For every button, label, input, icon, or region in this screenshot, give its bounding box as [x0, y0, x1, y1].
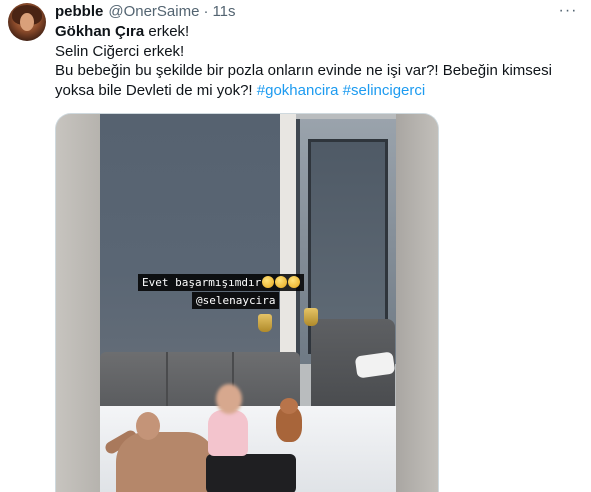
story-mention: @selenaycira	[192, 292, 280, 309]
tweet-line-1: Gökhan Çıra erkek!	[55, 22, 580, 42]
tweet-line-4: yoksa bile Devleti de mi yok?! #gokhanci…	[55, 81, 580, 101]
photo-lamp	[304, 308, 318, 326]
separator-dot: ·	[203, 2, 209, 20]
author-handle[interactable]: @OnerSaime	[108, 3, 199, 20]
photo-person-pants	[206, 454, 296, 492]
photo-pillar-left	[56, 114, 100, 492]
photo-teddy-head	[280, 398, 298, 414]
tweet-media-image[interactable]: Evet başarmışımdır @selenaycira	[55, 113, 439, 492]
more-options-icon[interactable]: ···	[556, 2, 580, 20]
photo-pillar-right	[396, 114, 438, 492]
hashtag-gokhancira[interactable]: #gokhancira	[257, 82, 339, 99]
photo-person-head	[136, 412, 160, 440]
tweet-line-2: Selin Ciğerci erkek!	[55, 42, 185, 60]
grin-emoji-icon	[275, 276, 288, 288]
photo-baby-dress	[208, 410, 248, 456]
avatar[interactable]	[8, 3, 46, 41]
tweet-text: Gökhan Çıra erkek! Selin Ciğerci erkek! …	[55, 22, 580, 100]
story-caption-text: Evet başarmışımdır	[142, 276, 262, 289]
tweet-line-1-rest: erkek!	[144, 23, 190, 40]
timestamp[interactable]: 11s	[212, 3, 235, 20]
hashtag-selincigerci[interactable]: #selincigerci	[343, 82, 426, 99]
photo-baby-head-blurred	[216, 384, 242, 414]
author-name[interactable]: pebble	[55, 3, 103, 20]
tweet-line-4-text: yoksa bile Devleti de mi yok?!	[55, 81, 257, 99]
photo-wall	[100, 114, 280, 374]
grin-emoji-icon	[262, 276, 275, 288]
tweet-bold-name: Gökhan Çıra	[55, 23, 145, 40]
photo-lamp	[258, 314, 272, 332]
story-caption: Evet başarmışımdır	[138, 274, 305, 291]
avatar-face	[20, 13, 34, 31]
photo-wall-corner	[280, 114, 296, 384]
tweet[interactable]: pebble @OnerSaime · 11s ··· Gökhan Çıra …	[0, 0, 591, 492]
tweet-header: pebble @OnerSaime · 11s	[55, 2, 236, 20]
tweet-line-3: Bu bebeğin bu şekilde bir pozla onların …	[55, 62, 552, 79]
photo-person-torso	[116, 432, 216, 492]
grin-emoji-icon	[288, 276, 301, 288]
